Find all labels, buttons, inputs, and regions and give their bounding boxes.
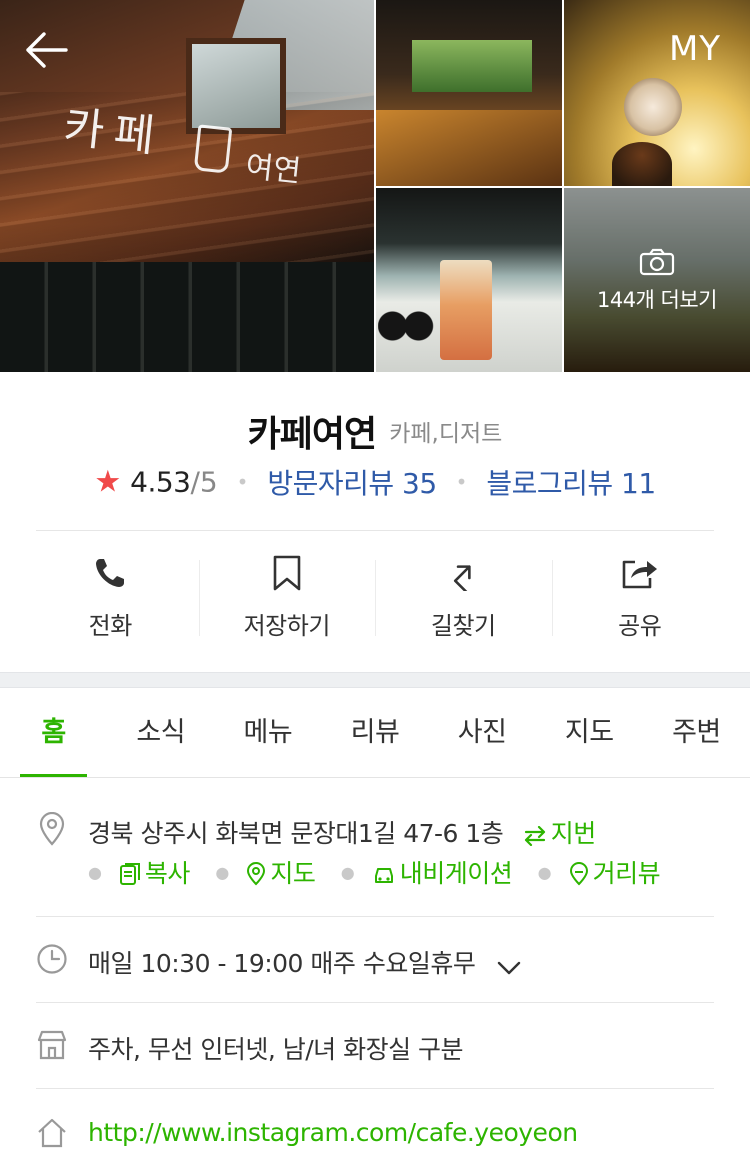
amenities-text: 주차, 무선 인터넷, 남/녀 화장실 구분 (88, 1035, 464, 1064)
phone-icon (96, 559, 125, 587)
homepage-row: http://www.instagram.com/cafe.yeoyeon (36, 1114, 714, 1154)
back-arrow-icon (26, 32, 68, 68)
call-label: 전화 (88, 612, 133, 640)
location-pin-icon (36, 812, 68, 846)
separator-dot: ● (215, 862, 229, 882)
visitor-review-link[interactable]: 방문자리뷰 35 (267, 467, 437, 500)
photo-sign-text: 카페 (61, 101, 167, 164)
place-title-row: 카페여연 카페,디저트 (0, 405, 750, 457)
separator-dot: • (455, 470, 468, 494)
tab-bar: 홈 소식 메뉴 리뷰 사진 지도 주변 (0, 690, 750, 778)
photo-iced-tea[interactable] (376, 188, 562, 372)
copy-label: 복사 (144, 859, 191, 888)
store-icon (36, 1028, 68, 1062)
separator-dot: ● (88, 862, 102, 882)
divider (36, 1002, 714, 1003)
rating-row: ★ 4.53/5 • 방문자리뷰 35 • 블로그리뷰 11 (0, 462, 750, 502)
amenities-row: 주차, 무선 인터넷, 남/녀 화장실 구분 (36, 1028, 714, 1068)
swap-arrows-icon (524, 826, 545, 846)
call-button[interactable]: 전화 (22, 548, 199, 648)
copy-icon (119, 863, 140, 885)
map-pin-icon (247, 862, 266, 886)
tab-nearby[interactable]: 주변 (643, 690, 750, 777)
navigation-label: 내비게이션 (399, 859, 513, 888)
star-icon: ★ (94, 464, 122, 500)
share-label: 공유 (618, 612, 662, 640)
clock-icon (36, 942, 68, 976)
divider (36, 916, 714, 917)
place-category: 카페,디저트 (389, 421, 503, 447)
homepage-link[interactable]: http://www.instagram.com/cafe.yeoyeon (88, 1118, 578, 1147)
address-row: 경북 상주시 화북면 문장대1길 47-6 1층 지번 ● 복사 ● 지도 ● (36, 812, 714, 904)
photo-interior-floor (376, 110, 562, 186)
address-text: 경북 상주시 화북면 문장대1길 47-6 1층 (88, 819, 504, 848)
photo-sign-text-2: 여연 (243, 149, 303, 190)
tab-news[interactable]: 소식 (107, 690, 214, 777)
map-button[interactable]: 지도 (246, 859, 322, 888)
photo-iced-drink (440, 260, 492, 360)
hours-row[interactable]: 매일 10:30 - 19:00 매주 수요일휴무 (36, 942, 714, 982)
photo-window (186, 38, 286, 134)
rating-value: 4.53 (130, 465, 191, 499)
section-gap (0, 672, 750, 688)
directions-label: 길찾기 (430, 612, 496, 640)
rating-max: /5 (190, 465, 218, 499)
photo-storefront (0, 262, 374, 372)
navigation-button[interactable]: 내비게이션 (372, 859, 520, 888)
home-icon (36, 1116, 68, 1150)
jibun-toggle[interactable]: 지번 (523, 819, 596, 848)
directions-button[interactable]: 길찾기 (375, 548, 552, 648)
share-button[interactable]: 공유 (551, 548, 729, 648)
address-actions: ● 복사 ● 지도 ● 내비게이션 ● 거리뷰 (88, 854, 678, 890)
place-name: 카페여연 (247, 414, 377, 455)
map-label: 지도 (270, 859, 316, 888)
blog-review-link[interactable]: 블로그리뷰 11 (486, 467, 656, 500)
separator-dot: • (236, 470, 249, 494)
photo-coffee-cup (612, 142, 672, 186)
divider (36, 530, 714, 531)
photo-more-button[interactable]: 144개 더보기 (564, 248, 750, 314)
chevron-down-icon[interactable] (497, 960, 521, 976)
separator-dot: ● (340, 862, 355, 882)
address-line: 경북 상주시 화북면 문장대1길 47-6 1층 지번 (88, 814, 596, 850)
photo-more-label: 144개 더보기 (596, 288, 718, 312)
street-view-button[interactable]: 거리뷰 (569, 859, 661, 888)
tab-photos[interactable]: 사진 (429, 690, 536, 777)
car-icon (374, 868, 393, 883)
save-label: 저장하기 (243, 612, 331, 640)
separator-dot: ● (537, 862, 552, 882)
my-button[interactable]: MY (660, 26, 730, 72)
save-button[interactable]: 저장하기 (198, 548, 376, 648)
photo-gallery: 카페 여연 144개 더보기 MY (0, 0, 750, 372)
photo-decor-balls (378, 310, 436, 342)
tab-home[interactable]: 홈 (0, 690, 107, 777)
photo-latte-cup (624, 78, 682, 136)
divider (36, 1088, 714, 1089)
share-icon (622, 560, 657, 589)
tab-reviews[interactable]: 리뷰 (321, 690, 428, 777)
directions-icon (454, 565, 471, 591)
jibun-label: 지번 (550, 819, 597, 848)
copy-address-button[interactable]: 복사 (119, 859, 197, 888)
street-view-label: 거리뷰 (592, 859, 661, 888)
photo-sign-cup-logo (193, 124, 233, 174)
photo-interior[interactable] (376, 0, 562, 186)
tab-menu[interactable]: 메뉴 (214, 690, 321, 777)
action-bar: 전화 저장하기 길찾기 공유 (22, 548, 728, 648)
hours-line: 매일 10:30 - 19:00 매주 수요일휴무 (88, 944, 525, 980)
camera-icon (639, 248, 675, 276)
back-button[interactable] (18, 22, 74, 78)
bookmark-icon (273, 555, 301, 591)
street-view-icon (569, 862, 588, 886)
tab-map[interactable]: 지도 (536, 690, 643, 777)
photo-more[interactable]: 144개 더보기 (564, 188, 750, 372)
hours-text: 매일 10:30 - 19:00 매주 수요일휴무 (88, 949, 476, 978)
photo-interior-window (412, 40, 532, 92)
